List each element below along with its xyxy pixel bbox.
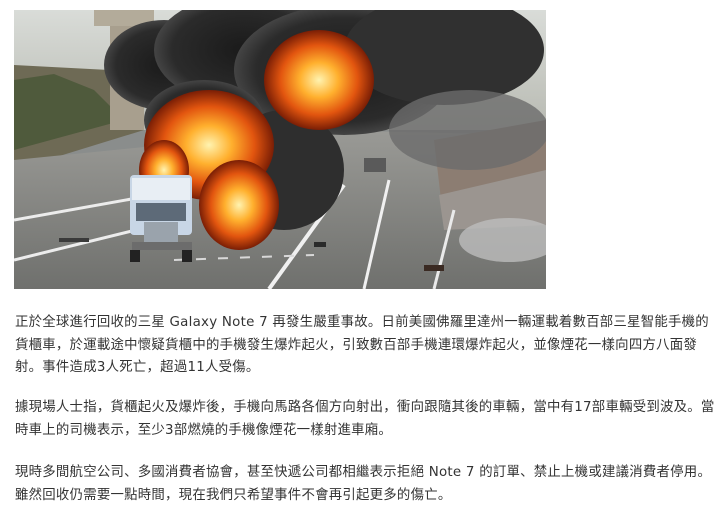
article-paragraph: 現時多間航空公司、多國消費者協會，甚至快遞公司都相繼表示拒絕 Note 7 的訂…: [15, 465, 712, 503]
article-paragraph: 據現場人士指，貨櫃起火及爆炸後，手機向馬路各個方向射出，衝向跟隨其後的車輛，當中…: [15, 400, 715, 438]
article-photo: [14, 10, 546, 289]
article-paragraph: 正於全球進行回收的三星 Galaxy Note 7 再發生嚴重事故。日前美國佛羅…: [15, 315, 709, 375]
